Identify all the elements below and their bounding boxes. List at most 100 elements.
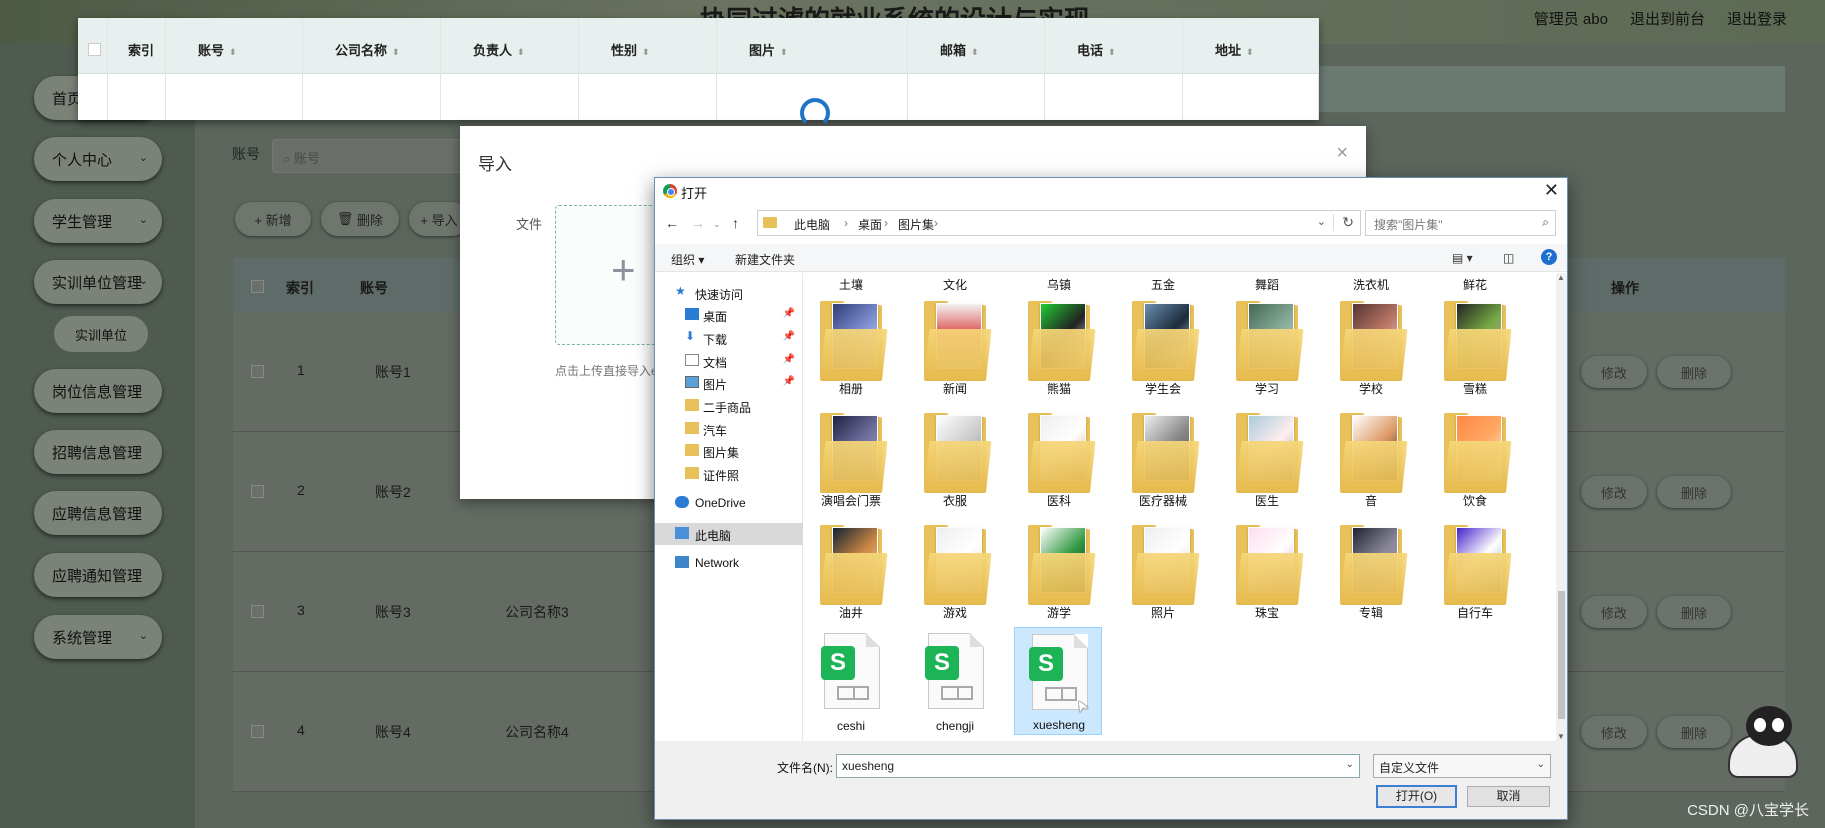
folder-item[interactable]: 专辑 [1327, 515, 1415, 623]
sort-icon[interactable]: ⬍ [642, 47, 650, 57]
file-item[interactable]: Sxuesheng ➤ [1014, 627, 1102, 735]
folder-item[interactable]: 雪糕 [1431, 291, 1519, 399]
nav-item[interactable]: 证件照 [655, 463, 803, 485]
folder-item[interactable]: 医生 [1223, 403, 1311, 511]
view-mode-icon[interactable]: ▤ ▾ [1452, 251, 1473, 265]
sidebar-item[interactable]: 个人中心 ⌄ [34, 137, 162, 181]
preview-pane-icon[interactable]: ◫ [1503, 251, 1514, 265]
sort-icon[interactable]: ⬍ [229, 47, 237, 57]
edit-button[interactable]: 修改 [1581, 716, 1647, 748]
sidebar-item[interactable]: 实训单位 [54, 316, 148, 352]
sidebar-item[interactable]: 实训单位管理 ⌄ [34, 260, 162, 304]
sidebar-item[interactable]: 应聘通知管理 [34, 553, 162, 597]
folder-item[interactable]: 饮食 [1431, 403, 1519, 511]
folder-item[interactable]: 油井 [807, 515, 895, 623]
row-checkbox[interactable] [251, 725, 264, 738]
column-header[interactable]: 账号 ⬍ [198, 40, 237, 59]
column-header[interactable]: 地址 ⬍ [1215, 40, 1254, 59]
folder-item[interactable]: 照片 [1119, 515, 1207, 623]
filename-input[interactable]: xuesheng ⌄ [836, 754, 1360, 778]
nav-item[interactable]: Network [655, 552, 803, 574]
recent-chevron-icon[interactable]: ⌄ [713, 219, 721, 230]
nav-item[interactable]: 图片集 [655, 440, 803, 462]
logout-link[interactable]: 退出登录 [1727, 8, 1787, 29]
vertical-scrollbar[interactable]: ▲ ▼ [1556, 273, 1567, 741]
row-checkbox[interactable] [251, 605, 264, 618]
row-delete-button[interactable]: 删除 [1657, 476, 1731, 508]
select-all-checkbox[interactable] [251, 280, 264, 293]
folder-item[interactable]: 相册 [807, 291, 895, 399]
folder-item[interactable]: 新闻 [911, 291, 999, 399]
delete-button[interactable]: 🗑 删除 [321, 202, 399, 236]
add-button[interactable]: + 新增 [235, 202, 311, 236]
account-search-input[interactable]: ⌕ 账号 [272, 139, 472, 173]
address-bar[interactable]: 此电脑 › 桌面 › 图片集 › ⌄ ↻ [757, 210, 1361, 236]
sidebar-item[interactable]: 应聘信息管理 [34, 491, 162, 535]
folder-item[interactable]: 音 [1327, 403, 1415, 511]
sidebar-item[interactable]: 招聘信息管理 [34, 430, 162, 474]
file-item[interactable]: Sceshi [807, 627, 895, 735]
folder-item[interactable]: 学习 [1223, 291, 1311, 399]
forward-arrow-icon[interactable]: → [691, 215, 705, 231]
folder-item[interactable]: 游学 [1015, 515, 1103, 623]
help-icon[interactable]: ? [1541, 249, 1557, 265]
row-delete-button[interactable]: 删除 [1657, 596, 1731, 628]
sort-icon[interactable]: ⬍ [517, 47, 525, 57]
scroll-down-icon[interactable]: ▼ [1557, 732, 1565, 741]
folder-item[interactable]: 珠宝 [1223, 515, 1311, 623]
sidebar-item[interactable]: 学生管理 ⌄ [34, 199, 162, 243]
folder-item[interactable]: 医科 [1015, 403, 1103, 511]
row-checkbox[interactable] [251, 365, 264, 378]
folder-item[interactable]: 自行车 [1431, 515, 1519, 623]
scroll-up-icon[interactable]: ▲ [1557, 273, 1565, 282]
column-header[interactable]: 图片 ⬍ [749, 40, 788, 59]
folder-search-input[interactable]: 搜索"图片集" ⌕ [1365, 210, 1556, 236]
column-header[interactable]: 索引 [128, 40, 154, 59]
sidebar-item[interactable]: 岗位信息管理 [34, 369, 162, 413]
folder-item[interactable]: 医疗器械 [1119, 403, 1207, 511]
path-segment[interactable]: 图片集 [898, 216, 934, 233]
back-arrow-icon[interactable]: ← [665, 215, 679, 231]
path-segment[interactable]: 此电脑 [794, 216, 830, 233]
new-folder-button[interactable]: 新建文件夹 [735, 251, 795, 268]
nav-item[interactable]: 此电脑 [655, 523, 803, 545]
nav-item[interactable]: 二手商品 [655, 395, 803, 417]
nav-item[interactable]: 桌面 📌 [655, 304, 803, 326]
close-icon[interactable]: × [1336, 142, 1348, 165]
edit-button[interactable]: 修改 [1581, 596, 1647, 628]
nav-item[interactable]: 汽车 [655, 418, 803, 440]
sort-icon[interactable]: ⬍ [780, 47, 788, 57]
nav-item[interactable]: OneDrive [655, 492, 803, 514]
column-header[interactable]: 公司名称 ⬍ [335, 40, 400, 59]
up-arrow-icon[interactable]: ↑ [732, 215, 739, 231]
nav-item[interactable]: ★ 快速访问 [655, 282, 803, 304]
folder-item[interactable]: 熊猫 [1015, 291, 1103, 399]
organize-menu[interactable]: 组织 ▾ [671, 251, 704, 268]
sort-icon[interactable]: ⬍ [971, 47, 979, 57]
exit-to-front-link[interactable]: 退出到前台 [1630, 8, 1705, 29]
filetype-select[interactable]: 自定义文件 ⌄ [1373, 754, 1551, 778]
nav-item[interactable]: 文档 📌 [655, 350, 803, 372]
edit-button[interactable]: 修改 [1581, 476, 1647, 508]
folder-item[interactable]: 学校 [1327, 291, 1415, 399]
cancel-button[interactable]: 取消 [1467, 786, 1550, 807]
column-header[interactable]: 邮箱 ⬍ [940, 40, 979, 59]
folder-item[interactable]: 衣服 [911, 403, 999, 511]
open-button[interactable]: 打开(O) [1376, 785, 1457, 808]
sidebar-item[interactable]: 系统管理 ⌄ [34, 615, 162, 659]
edit-button[interactable]: 修改 [1581, 356, 1647, 388]
close-icon[interactable]: ✕ [1544, 180, 1559, 201]
row-checkbox[interactable] [251, 485, 264, 498]
folder-item[interactable]: 演唱会门票 [807, 403, 895, 511]
nav-item[interactable]: 图片 📌 [655, 372, 803, 394]
refresh-icon[interactable]: ↻ [1333, 214, 1354, 231]
nav-item[interactable]: ⬇ 下载 📌 [655, 327, 803, 349]
scrollbar-thumb[interactable] [1558, 591, 1565, 719]
column-header[interactable]: 负责人 ⬍ [473, 40, 525, 59]
folder-item[interactable]: 学生会 [1119, 291, 1207, 399]
column-header[interactable]: 电话 ⬍ [1077, 40, 1116, 59]
path-segment[interactable]: 桌面 [858, 216, 882, 233]
sort-icon[interactable]: ⬍ [1108, 47, 1116, 57]
chevron-down-icon[interactable]: ⌄ [1346, 759, 1354, 770]
row-delete-button[interactable]: 删除 [1657, 356, 1731, 388]
